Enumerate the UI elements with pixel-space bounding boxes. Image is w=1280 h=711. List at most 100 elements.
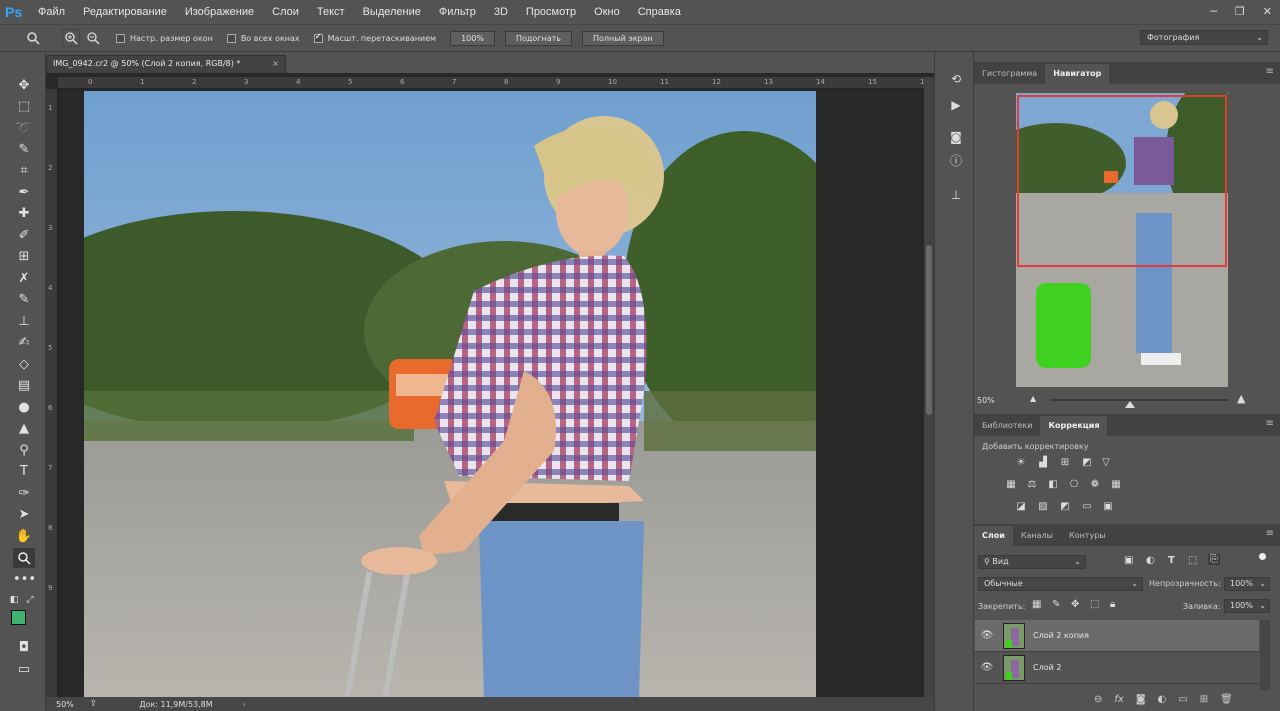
invert-icon[interactable]: ◪ xyxy=(1014,501,1028,513)
healing-brush-tool-icon[interactable]: ✚ xyxy=(13,204,35,224)
zoom-in-small-icon[interactable]: ▲ xyxy=(1237,392,1245,405)
tab-navigator[interactable]: Навигатор xyxy=(1045,64,1110,84)
eye-icon[interactable]: 👁︎ xyxy=(975,662,999,673)
zoom-out-small-icon[interactable]: ▲ xyxy=(1030,394,1036,403)
tab-adjustments[interactable]: Коррекция xyxy=(1040,416,1108,436)
panel-menu-icon[interactable]: ≡ xyxy=(1266,528,1274,539)
hue-saturation-icon[interactable]: ▦ xyxy=(1004,479,1018,491)
layers-scrollbar[interactable] xyxy=(1260,620,1270,690)
color-lookup-icon[interactable]: ▦ xyxy=(1109,479,1123,491)
gradient-map-icon[interactable]: ▭ xyxy=(1080,501,1094,513)
filter-type-icon[interactable]: T xyxy=(1168,555,1175,566)
link-layers-icon[interactable]: ⊖ xyxy=(1094,694,1102,708)
levels-icon[interactable]: ▟ xyxy=(1036,457,1050,469)
black-white-icon[interactable]: ◧ xyxy=(1046,479,1060,491)
swap-colors-icon[interactable]: ⤢ xyxy=(24,590,36,610)
filter-toggle-icon[interactable] xyxy=(1259,553,1266,560)
fx-icon[interactable]: fx xyxy=(1114,694,1123,708)
lock-artboard-icon[interactable]: ⬚ xyxy=(1090,599,1099,610)
vertical-scroll-thumb[interactable] xyxy=(926,245,932,415)
marquee-tool-icon[interactable]: ⬚ xyxy=(13,97,35,117)
zoom-tool-preset-icon[interactable] xyxy=(24,29,42,47)
delete-layer-icon[interactable]: 🗑︎ xyxy=(1220,694,1233,708)
menu-view[interactable]: Просмотр xyxy=(517,0,585,24)
actions-play-icon[interactable]: ▶ xyxy=(947,96,965,114)
add-mask-icon[interactable]: ◙ xyxy=(1136,694,1146,708)
filter-pixel-icon[interactable]: ▣ xyxy=(1124,555,1133,566)
channel-mixer-icon[interactable]: ❁ xyxy=(1088,479,1102,491)
filter-shape-icon[interactable]: ⬚ xyxy=(1188,555,1197,566)
new-group-icon[interactable]: ▭ xyxy=(1178,694,1187,708)
menu-3d[interactable]: 3D xyxy=(485,0,517,24)
brightness-icon[interactable]: ☀ xyxy=(1014,457,1028,469)
scrubby-zoom-checkbox[interactable]: Масшт. перетаскиванием xyxy=(313,32,436,43)
lock-position-icon[interactable]: ✥ xyxy=(1071,599,1079,610)
navigator-zoom-value[interactable]: 50% xyxy=(977,396,995,405)
new-layer-icon[interactable]: ⊞ xyxy=(1200,694,1208,708)
filter-adjustment-icon[interactable]: ◐ xyxy=(1146,555,1155,566)
more-tools-icon[interactable]: ••• xyxy=(13,570,36,590)
new-adjustment-icon[interactable]: ◐ xyxy=(1158,694,1167,708)
fit-screen-button[interactable]: Подогнать xyxy=(504,30,572,46)
close-tab-icon[interactable]: × xyxy=(272,56,279,72)
menu-select[interactable]: Выделение xyxy=(354,0,430,24)
tab-libraries[interactable]: Библиотеки xyxy=(974,416,1040,436)
menu-filter[interactable]: Фильтр xyxy=(430,0,485,24)
crop-tool-icon[interactable]: ⌗ xyxy=(13,161,35,181)
workspace-select[interactable]: Фотография ⌄ xyxy=(1140,30,1268,45)
layer-name[interactable]: Слой 2 xyxy=(1033,663,1061,672)
image-canvas[interactable] xyxy=(84,91,816,697)
brush-tool-icon[interactable]: ✐ xyxy=(13,226,35,246)
tab-channels[interactable]: Каналы xyxy=(1013,526,1061,546)
gradient-tool-icon[interactable]: ▤ xyxy=(13,376,35,396)
zoom-100-button[interactable]: 100% xyxy=(450,30,495,46)
screen-mode-icon[interactable]: ▭ xyxy=(13,660,35,680)
blend-mode-select[interactable]: Обычные ⌄ xyxy=(978,577,1143,591)
tab-paths[interactable]: Контуры xyxy=(1061,526,1114,546)
history-brush-tool-icon[interactable]: ✗ xyxy=(13,269,35,289)
restore-button[interactable]: ❐ xyxy=(1235,5,1245,18)
clone-source-icon[interactable]: ⊥ xyxy=(947,186,965,204)
navigator-view-box[interactable] xyxy=(1017,95,1227,267)
navigator-zoom-slider[interactable] xyxy=(1050,399,1228,401)
lock-transparent-icon[interactable]: ▦ xyxy=(1032,599,1041,610)
panel-menu-icon[interactable]: ≡ xyxy=(1266,418,1274,429)
status-arrow-icon[interactable]: › xyxy=(243,700,246,709)
document-tab[interactable]: IMG_0942.cr2 @ 50% (Слой 2 копия, RGB/8)… xyxy=(46,55,286,73)
status-zoom[interactable]: 50% xyxy=(56,700,74,709)
share-icon[interactable]: ⇪ xyxy=(90,699,98,709)
filter-smart-object-icon[interactable]: ⎘ xyxy=(1208,554,1220,565)
foreground-color-swatch[interactable] xyxy=(11,610,26,625)
lock-all-icon[interactable]: 🔒︎ xyxy=(1110,599,1115,610)
posterize-icon[interactable]: ▨ xyxy=(1036,501,1050,513)
all-windows-checkbox[interactable]: Во всех окнах xyxy=(226,33,300,43)
zoom-in-icon[interactable] xyxy=(62,29,80,47)
layer-name[interactable]: Слой 2 копия xyxy=(1033,631,1089,640)
menu-window[interactable]: Окно xyxy=(585,0,629,24)
tab-layers[interactable]: Слои xyxy=(974,526,1013,546)
path-selection-tool-icon[interactable]: ➤ xyxy=(13,505,35,525)
resize-windows-checkbox[interactable]: Настр. размер окон xyxy=(116,33,213,43)
eyedropper-tool-icon[interactable]: ✒ xyxy=(13,183,35,203)
tab-histogram[interactable]: Гистограмма xyxy=(974,64,1045,84)
opacity-field[interactable]: 100% ⌄ xyxy=(1224,577,1270,591)
art-history-brush-icon[interactable]: ✍ xyxy=(13,333,35,353)
navigator-zoom-handle[interactable] xyxy=(1125,401,1135,408)
layer-row[interactable]: 👁︎ Слой 2 xyxy=(975,652,1259,684)
minimize-button[interactable]: ─ xyxy=(1210,5,1217,18)
menu-file[interactable]: Файл xyxy=(29,0,74,24)
menu-layers[interactable]: Слои xyxy=(263,0,308,24)
blur-tool-icon[interactable]: ● xyxy=(13,398,35,418)
history-icon[interactable]: ⟲ xyxy=(947,70,965,88)
vibrance-icon[interactable]: ▽ xyxy=(1099,457,1113,469)
default-colors-icon[interactable]: ◧ xyxy=(8,590,20,610)
zoom-out-icon[interactable] xyxy=(84,29,102,47)
pen-tool-icon[interactable]: ✑ xyxy=(13,484,35,504)
menu-image[interactable]: Изображение xyxy=(176,0,263,24)
menu-help[interactable]: Справка xyxy=(629,0,690,24)
exposure-icon[interactable]: ◩ xyxy=(1080,457,1094,469)
close-button[interactable]: ✕ xyxy=(1263,5,1272,18)
stamp-tool-icon[interactable]: ⊥ xyxy=(13,312,35,332)
quick-select-tool-icon[interactable]: ✎ xyxy=(13,140,35,160)
quick-mask-icon[interactable]: ◘ xyxy=(13,638,35,658)
